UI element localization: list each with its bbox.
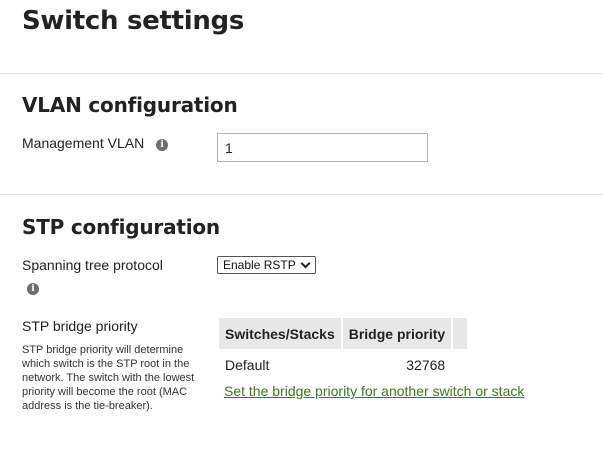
actions-cell [453,349,469,381]
page-title: Switch settings [22,6,245,36]
table-header-row: Switches/Stacks Bridge priority [219,318,470,349]
vlan-section-heading: VLAN configuration [22,93,238,117]
select-value: Enable RSTP [223,258,296,272]
info-icon[interactable]: i [156,139,169,151]
spanning-tree-protocol-label: Spanning tree protocol [22,257,163,273]
management-vlan-label: Management VLAN [22,135,145,151]
bridge-priority-table: Switches/Stacks Bridge priority Default … [219,318,470,381]
management-vlan-input[interactable] [217,133,428,162]
info-icon[interactable]: i [27,283,39,295]
column-header-bridge-priority: Bridge priority [342,318,454,349]
stp-bridge-priority-description: STP bridge priority will determine which… [22,344,195,412]
management-vlan-label-row: Management VLAN i [22,135,169,151]
column-header-switches: Switches/Stacks [219,318,343,349]
switch-name-cell: Default [225,357,270,373]
bridge-priority-cell: 32768 [406,357,446,373]
table-row: Default 32768 [219,349,469,381]
column-header-actions [453,318,470,349]
chevron-down-icon [300,258,311,268]
section-divider [0,73,603,74]
set-bridge-priority-link[interactable]: Set the bridge priority for another swit… [224,383,524,399]
stp-section-heading: STP configuration [22,215,220,239]
spanning-tree-protocol-select[interactable]: Enable RSTP [217,256,316,274]
spanning-tree-info-wrapper: i [27,279,39,295]
stp-bridge-priority-label: STP bridge priority [22,318,138,334]
section-divider [0,194,603,195]
